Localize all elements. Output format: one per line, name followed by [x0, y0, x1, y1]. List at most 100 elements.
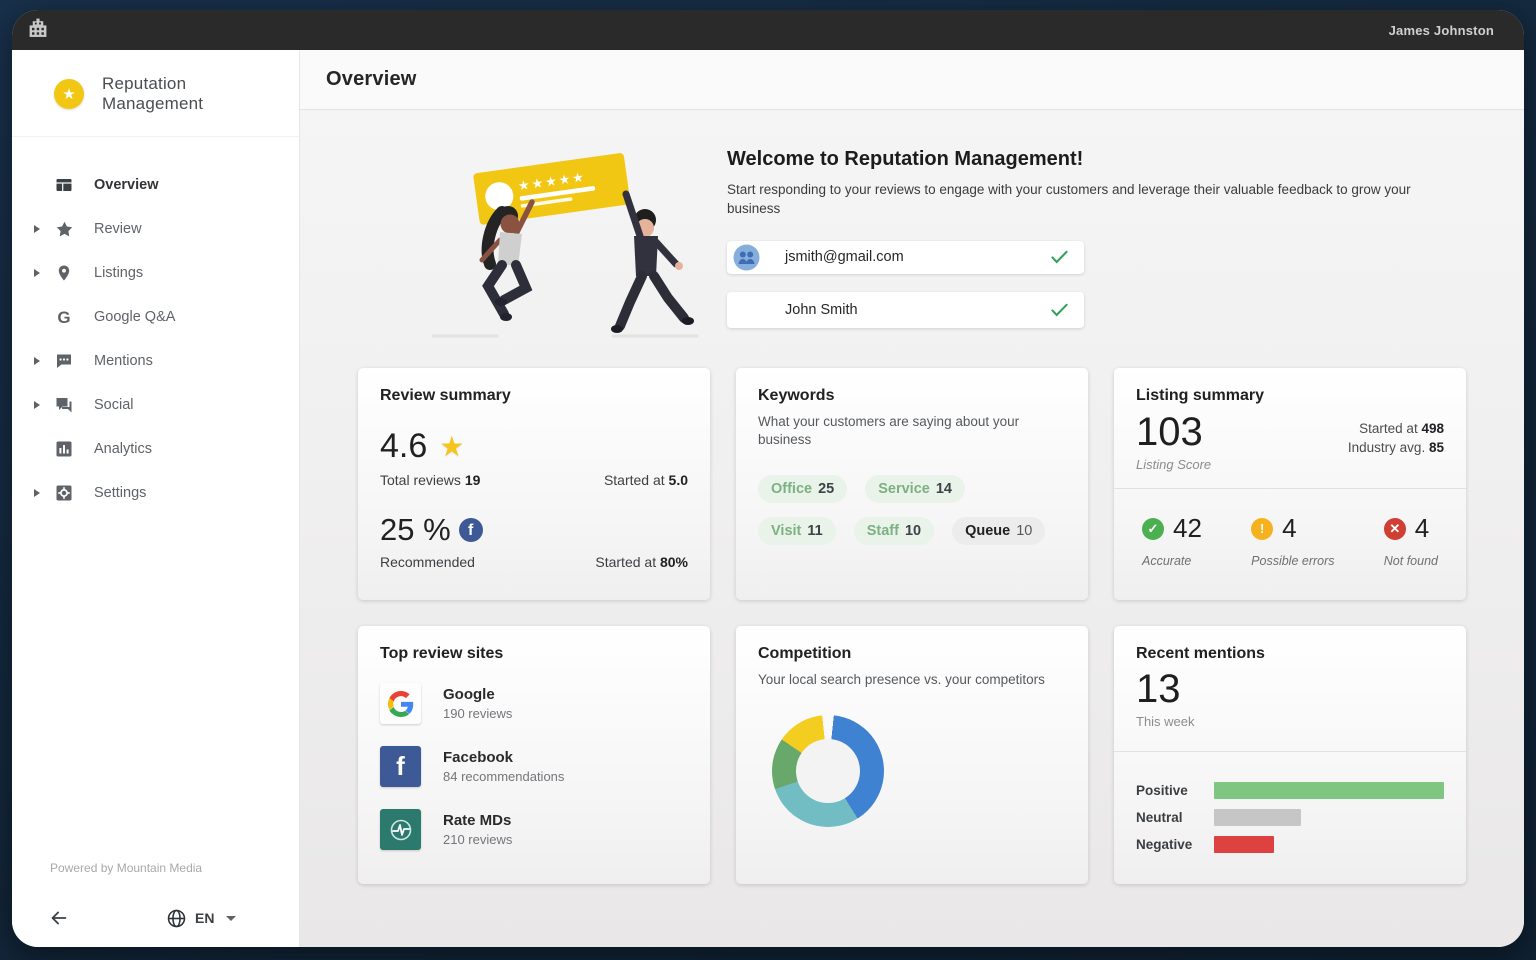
- competition-card: Competition Your local search presence v…: [736, 626, 1088, 884]
- expand-arrow-icon: [34, 401, 40, 409]
- card-title: Recent mentions: [1136, 645, 1444, 663]
- bar-chart-icon: [54, 439, 74, 459]
- mentions-period: This week: [1136, 714, 1444, 729]
- keyword-chip-visit[interactable]: Visit11: [758, 517, 836, 545]
- page-header: Overview: [300, 50, 1524, 110]
- keyword-chip-office[interactable]: Office25: [758, 475, 847, 503]
- cards-grid: Review summary 4.6 ★ Total reviews 19 St…: [358, 368, 1524, 884]
- celebration-illustration: ★★★★★: [398, 132, 718, 346]
- star-icon: [54, 219, 74, 239]
- warning-circle-icon: !: [1251, 518, 1273, 540]
- app-logo: ★ Reputation Management: [12, 50, 299, 137]
- dashboard-icon: [54, 175, 74, 195]
- google-logo-icon: [380, 683, 421, 724]
- welcome-subtitle: Start responding to your reviews to enga…: [727, 181, 1447, 219]
- back-arrow-icon: [46, 907, 72, 929]
- listing-benchmarks: Started at 498 Industry avg. 85: [1348, 419, 1444, 472]
- review-summary-card: Review summary 4.6 ★ Total reviews 19 St…: [358, 368, 710, 600]
- sidebar-item-settings[interactable]: Settings: [12, 471, 299, 515]
- expand-arrow-icon: [34, 269, 40, 277]
- app-title: Reputation Management: [102, 74, 279, 114]
- star-logo-icon: ★: [54, 79, 84, 109]
- sidebar-item-mentions[interactable]: Mentions: [12, 339, 299, 383]
- recent-mentions-card: Recent mentions 13 This week Positive: [1114, 626, 1466, 884]
- sidebar-item-google-qa[interactable]: G Google Q&A: [12, 295, 299, 339]
- listing-score-label: Listing Score: [1136, 457, 1211, 472]
- globe-icon: [166, 908, 187, 929]
- powered-by-note: Powered by Mountain Media: [50, 861, 202, 875]
- site-row-facebook[interactable]: f Facebook 84 recommendations: [380, 746, 688, 787]
- check-circle-icon: ✓: [1142, 518, 1164, 540]
- card-title: Competition: [758, 645, 1066, 663]
- main-area: Overview: [300, 50, 1524, 947]
- card-title: Keywords: [758, 387, 1066, 405]
- facebook-icon: f: [459, 518, 483, 542]
- star-icon: ★: [439, 433, 464, 461]
- user-menu[interactable]: James Johnston: [1389, 23, 1494, 38]
- page-title: Overview: [326, 68, 417, 91]
- expand-arrow-icon: [34, 489, 40, 497]
- stat-possible-errors: ! 4 Possible errors: [1251, 513, 1334, 568]
- sentiment-row-neutral: Neutral: [1136, 809, 1444, 826]
- expand-arrow-icon: [34, 225, 40, 233]
- site-row-ratemds[interactable]: Rate MDs 210 reviews: [380, 809, 688, 850]
- sidebar-item-social[interactable]: Social: [12, 383, 299, 427]
- sentiment-bars: Positive Neutral Negative: [1136, 782, 1444, 853]
- started-at-rating: Started at 5.0: [604, 472, 688, 488]
- ratemds-logo-icon: [380, 809, 421, 850]
- chat-bubbles-icon: [54, 395, 74, 415]
- location-pin-icon: [54, 263, 74, 283]
- content-area: ★★★★★: [300, 110, 1524, 947]
- check-icon: [1051, 250, 1068, 264]
- divider: [1114, 751, 1466, 752]
- welcome-title: Welcome to Reputation Management!: [727, 148, 1467, 171]
- facebook-logo-icon: f: [380, 746, 421, 787]
- keyword-chip-service[interactable]: Service14: [865, 475, 965, 503]
- sidebar: ★ Reputation Management Overview: [12, 50, 300, 947]
- site-row-google[interactable]: Google 190 reviews: [380, 683, 688, 724]
- keyword-chip-queue[interactable]: Queue10: [952, 517, 1045, 545]
- error-circle-icon: ✕: [1384, 518, 1406, 540]
- keyword-chip-staff[interactable]: Staff10: [854, 517, 934, 545]
- card-title: Top review sites: [380, 645, 688, 663]
- top-bar: James Johnston: [12, 10, 1524, 50]
- sentiment-row-negative: Negative: [1136, 836, 1444, 853]
- card-subtitle: Your local search presence vs. your comp…: [758, 671, 1068, 689]
- recommended-label: Recommended: [380, 554, 475, 570]
- sidebar-nav: Overview Review Listings: [12, 163, 299, 515]
- sidebar-item-overview[interactable]: Overview: [12, 163, 299, 207]
- back-button[interactable]: [46, 906, 74, 930]
- recommended-pct: 25 %: [380, 512, 451, 548]
- check-icon: [1051, 303, 1068, 317]
- language-code: EN: [195, 910, 214, 926]
- listing-summary-card: Listing summary 103 Listing Score Starte…: [1114, 368, 1466, 600]
- competition-donut-chart: [772, 715, 884, 827]
- keywords-card: Keywords What your customers are saying …: [736, 368, 1088, 600]
- sidebar-item-review[interactable]: Review: [12, 207, 299, 251]
- name-value: John Smith: [785, 302, 858, 318]
- email-value: jsmith@gmail.com: [785, 249, 904, 265]
- sidebar-item-analytics[interactable]: Analytics: [12, 427, 299, 471]
- sentiment-row-positive: Positive: [1136, 782, 1444, 799]
- total-reviews: Total reviews 19: [380, 472, 480, 488]
- rating-value: 4.6: [380, 427, 427, 466]
- sidebar-footer: EN: [12, 889, 299, 947]
- listing-score-value: 103: [1136, 409, 1211, 455]
- avatar: [733, 244, 760, 271]
- divider: [1114, 488, 1466, 489]
- building-icon: [26, 17, 50, 43]
- gear-icon: [54, 483, 74, 503]
- name-field[interactable]: John Smith: [727, 292, 1084, 328]
- chevron-down-icon: [226, 916, 236, 921]
- welcome-section: ★★★★★: [358, 132, 1524, 346]
- speech-bubble-icon: [54, 351, 74, 371]
- desktop-background: James Johnston ★ Reputation Management O…: [0, 0, 1536, 960]
- app-window: James Johnston ★ Reputation Management O…: [12, 10, 1524, 947]
- email-field[interactable]: jsmith@gmail.com: [727, 241, 1084, 274]
- card-title: Listing summary: [1136, 387, 1444, 405]
- stat-accurate: ✓ 42 Accurate: [1142, 513, 1202, 568]
- card-subtitle: What your customers are saying about you…: [758, 413, 1048, 449]
- card-title: Review summary: [380, 387, 688, 405]
- language-selector[interactable]: EN: [166, 908, 236, 929]
- sidebar-item-listings[interactable]: Listings: [12, 251, 299, 295]
